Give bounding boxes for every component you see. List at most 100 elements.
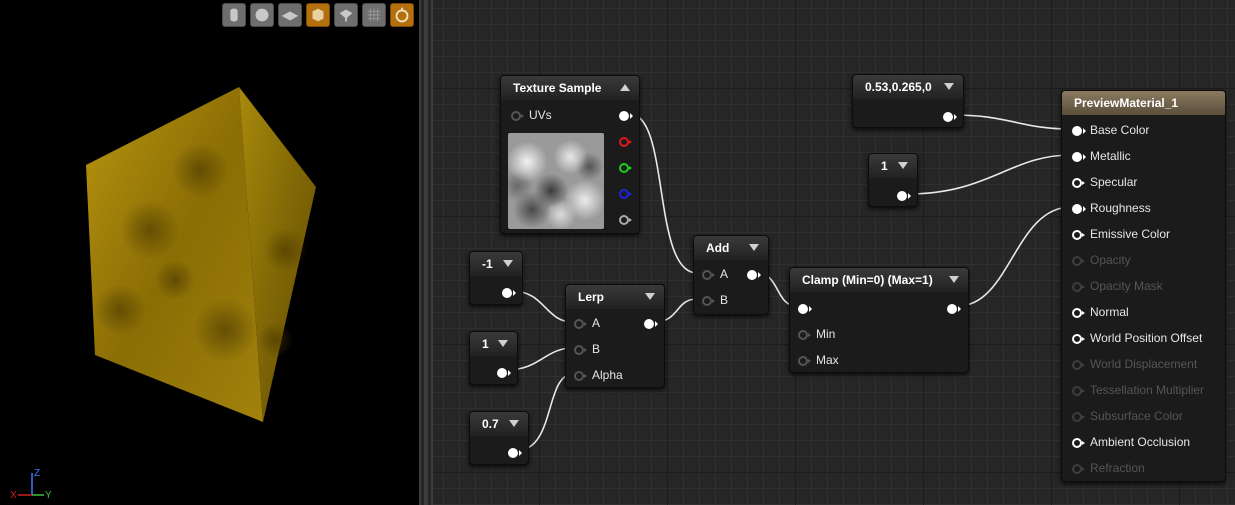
texture-sample-node[interactable]: Texture Sample UVs [500, 75, 640, 234]
collapse-arrow-icon[interactable] [498, 340, 508, 347]
axis-label-y: Y [45, 490, 52, 501]
input-pin[interactable] [1072, 307, 1085, 318]
material-result-node[interactable]: PreviewMaterial_1 Base Color Metallic Spec… [1061, 90, 1226, 482]
result-pin-row[interactable]: Tessellation Multiplier [1072, 382, 1204, 398]
pin-label: Opacity [1090, 253, 1131, 267]
custom-mesh-icon [339, 9, 353, 22]
grid-button[interactable] [362, 3, 386, 27]
input-pin [1072, 463, 1085, 474]
input-pin[interactable] [1072, 437, 1085, 448]
axis-label-z: Z [34, 468, 40, 479]
input-pin[interactable] [1072, 229, 1085, 240]
constant-one-node[interactable]: 1 [469, 331, 518, 385]
node-value: 1 [470, 332, 517, 356]
realtime-icon [395, 7, 409, 23]
input-pin[interactable] [1072, 203, 1086, 214]
clamp-node[interactable]: Clamp (Min=0) (Max=1) Min Max [789, 267, 969, 373]
lerp-a-pin[interactable] [574, 318, 587, 329]
plane-icon [281, 11, 299, 21]
lerp-alpha-pin[interactable] [574, 370, 587, 381]
collapse-arrow-icon[interactable] [944, 83, 954, 90]
result-pin-row[interactable]: Opacity Mask [1072, 278, 1163, 294]
clamp-min-pin[interactable] [798, 329, 811, 340]
pin-label: Specular [1090, 175, 1138, 189]
output-pin[interactable] [943, 111, 957, 122]
result-pin-row[interactable]: Roughness [1072, 200, 1151, 216]
cylinder-icon [230, 8, 238, 22]
a-output-pin[interactable] [619, 214, 632, 225]
output-pin[interactable] [502, 287, 516, 298]
lerp-output-pin[interactable] [644, 318, 658, 329]
constant-metallic-node[interactable]: 1 [868, 153, 918, 207]
cube-button[interactable] [306, 3, 330, 27]
lerp-b-pin[interactable] [574, 344, 587, 355]
plane-button[interactable] [278, 3, 302, 27]
input-pin[interactable] [1072, 333, 1085, 344]
collapse-arrow-icon[interactable] [645, 293, 655, 300]
collapse-arrow-icon[interactable] [503, 260, 513, 267]
output-pin[interactable] [897, 190, 911, 201]
pin-label: Subsurface Color [1090, 409, 1183, 423]
collapse-arrow-icon[interactable] [509, 420, 519, 427]
g-output-pin[interactable] [619, 162, 632, 173]
result-pin-row[interactable]: Metallic [1072, 148, 1131, 164]
pin-label: A [720, 267, 729, 281]
constant-neg1-node[interactable]: -1 [469, 251, 523, 305]
collapse-arrow-icon[interactable] [749, 244, 759, 251]
node-title: Clamp (Min=0) (Max=1) [790, 268, 968, 292]
material-preview-viewport[interactable]: Z Y X [0, 0, 419, 505]
result-pin-row[interactable]: World Displacement [1072, 356, 1197, 372]
clamp-max-pin[interactable] [798, 355, 811, 366]
result-pin-row[interactable]: World Position Offset [1072, 330, 1202, 346]
collapse-arrow-icon[interactable] [949, 276, 959, 283]
output-pin[interactable] [508, 447, 522, 458]
add-node[interactable]: Add A B [693, 235, 769, 315]
pin-label: B [592, 342, 601, 356]
custom-mesh-button[interactable] [334, 3, 358, 27]
result-pin-row[interactable]: Ambient Occlusion [1072, 434, 1190, 450]
pin-label: Emissive Color [1090, 227, 1171, 241]
add-b-pin[interactable] [702, 295, 715, 306]
node-title: Texture Sample [501, 76, 639, 100]
result-pin-row[interactable]: Refraction [1072, 460, 1145, 476]
add-a-pin[interactable] [702, 269, 715, 280]
input-pin[interactable] [1072, 177, 1085, 188]
constant-vector3-node[interactable]: 0.53,0.265,0 [852, 74, 964, 128]
axis-label-x: X [10, 490, 17, 501]
result-pin-row[interactable]: Subsurface Color [1072, 408, 1183, 424]
output-pin[interactable] [497, 367, 511, 378]
cylinder-button[interactable] [222, 3, 246, 27]
result-pin-row[interactable]: Opacity [1072, 252, 1131, 268]
uvs-label: UVs [529, 108, 552, 122]
result-pin-row[interactable]: Specular [1072, 174, 1137, 190]
pin-label: Alpha [592, 368, 623, 382]
pin-label: Tessellation Multiplier [1090, 383, 1205, 397]
cube-icon [312, 8, 324, 22]
r-output-pin[interactable] [619, 136, 632, 147]
result-pin-row[interactable]: Base Color [1072, 122, 1149, 138]
constant-07-node[interactable]: 0.7 [469, 411, 529, 465]
pin-label: Refraction [1090, 461, 1145, 475]
axis-gizmo: Z Y X [10, 465, 60, 503]
sphere-button[interactable] [250, 3, 274, 27]
pin-label: Min [816, 327, 836, 341]
result-pin-row[interactable]: Normal [1072, 304, 1129, 320]
add-output-pin[interactable] [747, 269, 761, 280]
grid-icon [367, 8, 381, 22]
collapse-arrow-icon[interactable] [620, 84, 630, 91]
lerp-node[interactable]: Lerp A B Alpha [565, 284, 665, 388]
input-pin [1072, 411, 1085, 422]
result-pin-row[interactable]: Emissive Color [1072, 226, 1170, 242]
panel-splitter[interactable] [419, 0, 433, 505]
realtime-button[interactable] [390, 3, 414, 27]
rgb-output-pin[interactable] [619, 110, 633, 121]
b-output-pin[interactable] [619, 188, 632, 199]
uvs-input-pin[interactable] [511, 110, 524, 121]
node-value: -1 [470, 252, 522, 276]
node-value: 0.7 [470, 412, 528, 436]
collapse-arrow-icon[interactable] [898, 162, 908, 169]
clamp-input-pin[interactable] [798, 303, 812, 314]
input-pin[interactable] [1072, 125, 1086, 136]
clamp-output-pin[interactable] [947, 303, 961, 314]
input-pin[interactable] [1072, 151, 1086, 162]
